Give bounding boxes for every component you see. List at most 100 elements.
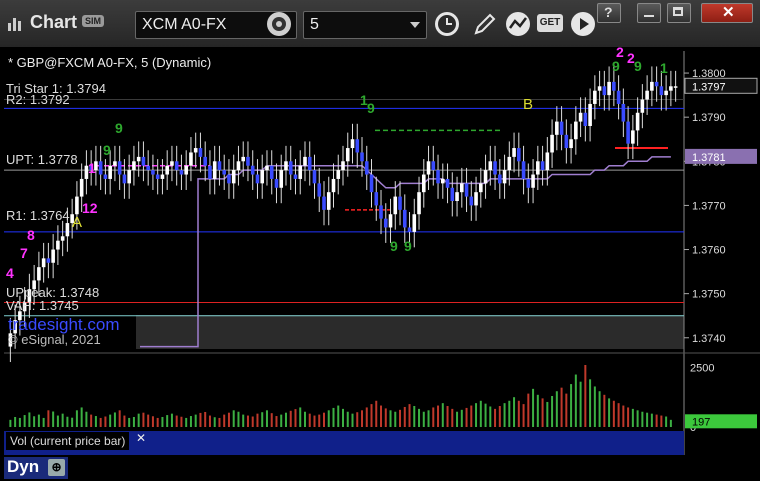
settings-gear-icon[interactable] — [264, 9, 294, 39]
volume-bar — [90, 414, 93, 427]
volume-bar — [223, 414, 226, 427]
candle — [540, 161, 545, 171]
volume-bar — [356, 412, 359, 427]
interval-value: 5 — [310, 16, 319, 33]
chevron-down-icon[interactable] — [410, 22, 420, 28]
candle — [269, 165, 274, 179]
volume-bar — [327, 410, 330, 427]
marker-b: B — [523, 96, 533, 113]
last-volume-label: 197 — [692, 416, 710, 428]
level-label-r2: R2: 1.3792 — [6, 92, 70, 107]
candle — [331, 178, 336, 193]
volume-bar — [337, 405, 340, 427]
volume-bar — [123, 415, 126, 427]
volume-label-text: Vol (current price bar) — [6, 432, 130, 450]
maximize-icon — [673, 7, 683, 16]
count-label: 9 — [115, 120, 123, 136]
candle — [345, 148, 350, 162]
candle — [493, 161, 497, 175]
watermark: tradesight.com — [8, 315, 120, 334]
help-button[interactable]: ? — [597, 3, 621, 23]
minimize-button[interactable] — [637, 3, 661, 23]
dyn-tab-label: Dyn — [7, 457, 40, 476]
candle — [621, 103, 626, 122]
candle — [545, 152, 550, 171]
candle — [303, 156, 307, 166]
candle — [564, 134, 569, 149]
chart-area[interactable]: 1.38001.37901.37801.37701.37601.37501.37… — [0, 47, 760, 481]
price-tick-label: 1.3740 — [692, 333, 726, 345]
price-chart[interactable]: 1.38001.37901.37801.37701.37601.37501.37… — [0, 47, 760, 481]
volume-bar — [71, 417, 74, 427]
toolbar: Chart SIM XCM A0-FX 5 GET ? ✕ — [0, 0, 760, 47]
chart-app-icon — [8, 18, 21, 31]
volume-bar — [608, 398, 611, 427]
close-icon: ✕ — [722, 4, 735, 21]
candle — [474, 192, 478, 206]
play-icon[interactable] — [568, 9, 598, 39]
dyn-settings-icon[interactable]: ⊕ — [48, 459, 65, 476]
candle — [412, 214, 417, 232]
volume-bar — [132, 416, 135, 427]
pencil-icon[interactable] — [470, 9, 500, 39]
volume-bar — [137, 413, 140, 427]
get-icon[interactable]: GET — [537, 14, 563, 32]
volume-bar — [237, 411, 240, 427]
price-tick-label: 1.3760 — [692, 245, 726, 257]
volume-bar — [346, 411, 349, 427]
candle — [550, 134, 554, 153]
volume-bar — [522, 404, 525, 427]
candle — [56, 240, 60, 250]
candle — [479, 183, 483, 193]
volume-bar — [489, 406, 492, 427]
count-label: 8 — [27, 227, 35, 243]
volume-bar — [574, 374, 577, 427]
analytics-icon[interactable] — [503, 9, 533, 39]
volume-bar — [170, 413, 173, 427]
app-title: Chart — [30, 12, 78, 32]
interval-select[interactable]: 5 — [303, 11, 427, 39]
candle — [317, 183, 322, 197]
volume-bar — [403, 406, 406, 427]
volume-bar — [18, 417, 21, 427]
candle — [393, 196, 398, 215]
maximize-button[interactable] — [667, 3, 691, 23]
candle — [37, 267, 41, 281]
candle — [255, 174, 260, 184]
candle — [402, 209, 407, 228]
candle — [417, 192, 421, 215]
help-icon: ? — [604, 4, 613, 20]
clock-icon[interactable] — [432, 9, 462, 39]
volume-bar — [147, 414, 150, 427]
volume-bar — [627, 407, 630, 427]
volume-bar — [33, 416, 36, 427]
count-label: 9 — [634, 58, 642, 74]
volume-bar — [308, 413, 311, 427]
candle — [483, 170, 488, 184]
candle — [312, 170, 317, 184]
marker-a: A — [72, 214, 82, 231]
level-label-upt: UPT: 1.3778 — [6, 152, 78, 167]
candle — [379, 205, 383, 219]
candle — [355, 139, 360, 153]
volume-bar — [384, 408, 387, 427]
volume-bar — [456, 411, 459, 427]
candle — [569, 139, 573, 149]
volume-bar — [422, 411, 425, 427]
candle — [517, 148, 521, 162]
volume-bar — [527, 393, 530, 427]
candle — [640, 99, 645, 113]
candle — [136, 156, 141, 162]
volume-bar — [66, 416, 69, 427]
candle — [459, 183, 464, 193]
close-button[interactable]: ✕ — [701, 3, 753, 23]
volume-bar — [432, 407, 435, 427]
close-icon[interactable]: ✕ — [136, 431, 146, 445]
candle — [445, 178, 450, 188]
candle — [374, 192, 379, 206]
dyn-tab[interactable]: Dyn ⊕ — [4, 457, 68, 479]
candle — [626, 121, 630, 144]
volume-bar — [61, 413, 64, 427]
candle — [246, 156, 250, 166]
volume-bar — [418, 408, 421, 427]
